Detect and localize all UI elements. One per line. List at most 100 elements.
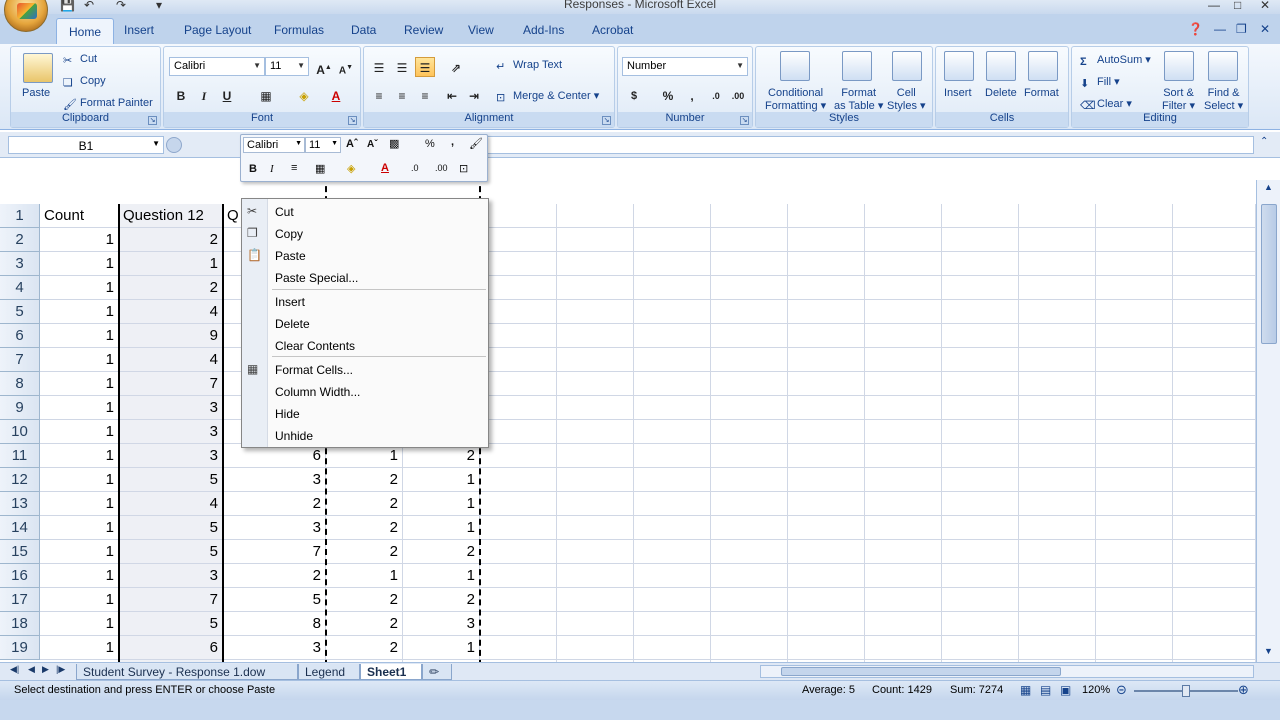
row-header-6[interactable]: 6 (0, 324, 40, 348)
font-name-combo[interactable]: Calibri ▼ (169, 57, 265, 76)
sort-filter-icon[interactable] (1164, 51, 1194, 81)
vertical-scroll-thumb[interactable] (1261, 204, 1277, 344)
prev-sheet-icon[interactable]: ◀ (28, 664, 35, 675)
sort-filter-button[interactable]: Sort & Filter ▾ (1162, 87, 1195, 112)
menu-item-paste-special[interactable]: Paste Special... (275, 267, 358, 289)
increase-indent-icon[interactable]: ⇥ (464, 85, 484, 105)
row-header-14[interactable]: 14 (0, 516, 40, 540)
cell-a16[interactable]: 1 (40, 564, 119, 588)
menu-item-clear-contents[interactable]: Clear Contents (275, 335, 355, 357)
worksheet-grid[interactable]: 1 2 3 4 5 6 7 8 9 10 11 12 13 14 15 16 17 18 19 Count Questi… (0, 180, 1256, 662)
cell-a7[interactable]: 1 (40, 348, 119, 372)
mini-grow-font-icon[interactable]: Aˆ (346, 138, 358, 150)
cell-a17[interactable]: 1 (40, 588, 119, 612)
mini-currency-icon[interactable]: ▩ (389, 137, 399, 150)
cell-a9[interactable]: 1 (40, 396, 119, 420)
decrease-decimal-icon[interactable]: .00 (728, 85, 748, 105)
copy-button[interactable]: ❏ Copy (63, 75, 106, 89)
mini-font-name-combo[interactable]: Calibri ▼ (243, 137, 305, 153)
ribbon-close-icon[interactable]: ✕ (1260, 22, 1270, 36)
cell-a3[interactable]: 1 (40, 252, 119, 276)
increase-decimal-icon[interactable]: .0 (706, 85, 726, 105)
zoom-out-icon[interactable]: ⊝ (1116, 682, 1127, 698)
clipboard-launcher-icon[interactable]: ↘ (148, 116, 157, 125)
fill-button[interactable]: ⬇ Fill ▾ (1080, 75, 1120, 90)
vertical-scrollbar[interactable]: ▲ ▼ (1256, 180, 1280, 662)
mini-format-painter-icon[interactable]: 🖌 (469, 137, 483, 150)
comma-icon[interactable]: , (682, 85, 702, 105)
cell-a11[interactable]: 1 (40, 444, 119, 468)
page-break-view-icon[interactable]: ▣ (1060, 683, 1071, 697)
autosum-button[interactable]: Σ AutoSum ▾ (1080, 53, 1151, 68)
row-header-9[interactable]: 9 (0, 396, 40, 420)
mini-borders-icon[interactable]: ▦ (315, 162, 325, 175)
row-header-18[interactable]: 18 (0, 612, 40, 636)
cell-c13[interactable]: 2 (223, 492, 326, 516)
number-launcher-icon[interactable]: ↘ (740, 116, 749, 125)
cell-c15[interactable]: 7 (223, 540, 326, 564)
cell-c18[interactable]: 8 (223, 612, 326, 636)
paste-icon[interactable] (23, 53, 53, 83)
format-cells-button[interactable]: Format (1024, 87, 1059, 99)
redo-icon[interactable]: ↷ (116, 0, 126, 12)
grow-font-icon[interactable]: A▲ (314, 57, 334, 77)
menu-item-cut[interactable]: Cut (275, 201, 294, 223)
mini-font-color-icon[interactable]: A (381, 162, 389, 174)
align-bottom-icon[interactable]: ☰ (415, 57, 435, 77)
row-header-17[interactable]: 17 (0, 588, 40, 612)
delete-cells-button[interactable]: Delete (985, 87, 1017, 99)
scroll-up-icon[interactable]: ▲ (1264, 182, 1273, 192)
mini-font-size-combo[interactable]: 11 ▼ (305, 137, 341, 153)
align-right-icon[interactable]: ≡ (415, 85, 435, 105)
delete-cells-icon[interactable] (986, 51, 1016, 81)
expand-formula-bar-icon[interactable]: ⌃ (1260, 136, 1268, 147)
cell-a8[interactable]: 1 (40, 372, 119, 396)
ribbon-restore-icon[interactable]: ❐ (1236, 22, 1247, 36)
font-color-icon[interactable]: A (326, 85, 346, 105)
find-select-button[interactable]: Find & Select ▾ (1204, 87, 1243, 112)
maximize-icon[interactable]: □ (1234, 0, 1241, 12)
borders-icon[interactable]: ▦ (256, 85, 276, 105)
tab-data[interactable]: Data (351, 23, 376, 37)
formula-cancel-icon[interactable] (166, 137, 182, 153)
row-header-4[interactable]: 4 (0, 276, 40, 300)
row-header-1[interactable]: 1 (0, 204, 40, 228)
cell-a18[interactable]: 1 (40, 612, 119, 636)
row-header-5[interactable]: 5 (0, 300, 40, 324)
align-left-icon[interactable]: ≡ (369, 85, 389, 105)
cell-c12[interactable]: 3 (223, 468, 326, 492)
first-sheet-icon[interactable]: ◀| (10, 664, 19, 675)
row-header-16[interactable]: 16 (0, 564, 40, 588)
tab-formulas[interactable]: Formulas (274, 23, 324, 37)
cell-a15[interactable]: 1 (40, 540, 119, 564)
merge-center-button[interactable]: ⊡ Merge & Center ▾ (496, 89, 599, 104)
cell-c19[interactable]: 3 (223, 636, 326, 660)
paste-button[interactable]: Paste (22, 87, 50, 99)
wrap-text-button[interactable]: ↵ Wrap Text (496, 59, 562, 73)
font-launcher-icon[interactable]: ↘ (348, 116, 357, 125)
cut-button[interactable]: ✂ Cut (63, 53, 97, 67)
menu-item-format-cells[interactable]: Format Cells... (275, 359, 353, 381)
insert-cells-button[interactable]: Insert (944, 87, 972, 99)
format-as-table-icon[interactable] (842, 51, 872, 81)
number-format-combo[interactable]: Number ▼ (622, 57, 748, 76)
mini-comma-icon[interactable]: , (451, 136, 454, 148)
row-header-11[interactable]: 11 (0, 444, 40, 468)
tab-view[interactable]: View (468, 23, 494, 37)
cell-a6[interactable]: 1 (40, 324, 119, 348)
tab-insert[interactable]: Insert (124, 23, 154, 37)
cell-a19[interactable]: 1 (40, 636, 119, 660)
undo-icon[interactable]: ↶ (84, 0, 94, 12)
font-size-combo[interactable]: 11 ▼ (265, 57, 309, 76)
row-header-10[interactable]: 10 (0, 420, 40, 444)
formula-input[interactable] (478, 136, 1254, 154)
mini-italic-button[interactable]: I (270, 163, 274, 175)
zoom-in-icon[interactable]: ⊕ (1238, 682, 1249, 698)
name-box[interactable]: B1 ▼ (8, 136, 164, 154)
minimize-icon[interactable]: — (1208, 0, 1220, 12)
row-header-19[interactable]: 19 (0, 636, 40, 660)
ribbon-minimize-icon[interactable]: — (1214, 22, 1226, 36)
cell-a4[interactable]: 1 (40, 276, 119, 300)
clear-button[interactable]: ⌫Clear ▾ (1080, 97, 1132, 112)
normal-view-icon[interactable]: ▦ (1020, 683, 1031, 697)
